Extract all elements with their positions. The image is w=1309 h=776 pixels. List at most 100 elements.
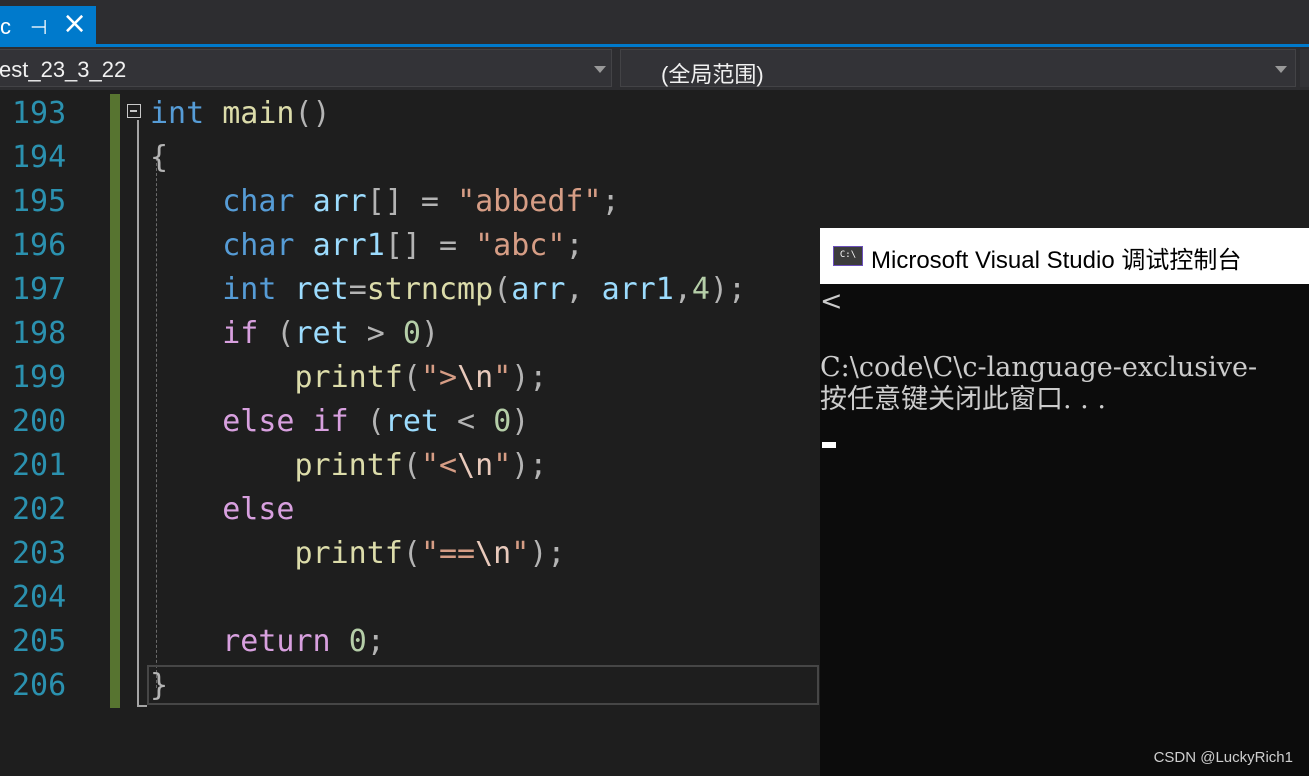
code-token: printf — [294, 536, 403, 571]
chevron-down-icon — [1275, 66, 1287, 73]
code-line: char arr[] = "abbedf"; — [150, 180, 620, 224]
console-title: Microsoft Visual Studio 调试控制台 — [871, 247, 1242, 274]
code-token: strncmp — [366, 272, 494, 307]
code-token: int — [222, 272, 277, 307]
project-dropdown[interactable]: est_23_3_22 — [0, 49, 612, 87]
code-token: } — [150, 668, 169, 703]
code-token: return — [222, 624, 331, 659]
code-token: > — [348, 316, 403, 351]
code-token: if — [222, 316, 259, 351]
code-line: return 0; — [150, 620, 385, 664]
code-line: char arr1[] = "abc"; — [150, 224, 583, 268]
code-line: printf("==\n"); — [150, 532, 566, 576]
code-token: char — [222, 184, 295, 219]
code-token: 0 — [348, 624, 367, 659]
code-token: ; — [366, 624, 385, 659]
code-token: "abc" — [475, 228, 566, 263]
code-token: () — [294, 96, 331, 131]
document-tab-strip: c ⊣ × — [0, 0, 1309, 44]
watermark: CSDN @LuckyRich1 — [1153, 749, 1293, 766]
code-token: printf — [294, 448, 403, 483]
code-token: \n — [457, 448, 494, 483]
code-line: printf(">\n"); — [150, 356, 548, 400]
code-token: if — [312, 404, 349, 439]
outline-bracket — [137, 120, 139, 706]
line-number: 202 — [12, 492, 67, 527]
scope-dropdown[interactable]: (全局范围) — [620, 49, 1296, 87]
console-cursor — [822, 442, 836, 448]
code-token: ret — [384, 404, 439, 439]
line-number: 203 — [12, 536, 67, 571]
code-token: int — [150, 96, 205, 131]
line-number: 196 — [12, 228, 67, 263]
close-icon[interactable]: × — [62, 9, 87, 39]
line-number: 199 — [12, 360, 67, 395]
chevron-down-icon — [594, 66, 606, 73]
code-token: < — [439, 404, 494, 439]
line-number: 200 — [12, 404, 67, 439]
code-token: ( — [402, 360, 421, 395]
code-token: 0 — [402, 316, 421, 351]
code-line: else if (ret < 0) — [150, 400, 529, 444]
code-token: ( — [258, 316, 295, 351]
code-token: 0 — [493, 404, 512, 439]
console-app-icon: C:\ — [833, 246, 863, 266]
code-line: else — [150, 488, 294, 532]
code-token: else — [222, 404, 295, 439]
code-token: ); — [529, 536, 566, 571]
line-number: 201 — [12, 448, 67, 483]
line-number: 195 — [12, 184, 67, 219]
document-tab-label: c — [0, 14, 11, 39]
code-token: arr — [312, 184, 367, 219]
code-token: ) — [420, 316, 439, 351]
code-token: [] = — [384, 228, 476, 263]
member-dropdown[interactable] — [1300, 49, 1309, 87]
code-line: int main() — [150, 92, 331, 136]
code-token: char — [222, 228, 295, 263]
code-token: , — [673, 272, 692, 307]
navigation-bar: est_23_3_22 (全局范围) — [0, 47, 1309, 90]
code-token: "== — [420, 536, 476, 571]
code-token: " — [493, 360, 512, 395]
code-line: int ret=strncmp(arr, arr1,4); — [150, 268, 746, 312]
line-number: 206 — [12, 668, 67, 703]
current-line-highlight — [147, 665, 819, 705]
code-line: printf("<\n"); — [150, 444, 548, 488]
collapse-outline-icon[interactable] — [127, 104, 141, 118]
code-line: { — [150, 136, 168, 180]
console-title-bar[interactable]: C:\ Microsoft Visual Studio 调试控制台 — [820, 228, 1309, 284]
code-token: arr1 — [312, 228, 385, 263]
code-token: " — [511, 536, 530, 571]
code-token: main — [222, 96, 295, 131]
outline-bracket-end — [137, 705, 147, 707]
code-line: } — [150, 664, 168, 708]
code-token: ); — [511, 360, 548, 395]
code-token: arr — [511, 272, 566, 307]
code-token: ; — [601, 184, 620, 219]
code-token: ( — [348, 404, 385, 439]
line-number: 193 — [12, 96, 67, 131]
document-tab[interactable]: c ⊣ × — [0, 6, 96, 44]
console-output-line: C:\code\C\c-language-exclusive- — [820, 352, 1258, 383]
code-token: "< — [420, 448, 458, 483]
code-token: [] = — [366, 184, 458, 219]
line-number: 205 — [12, 624, 67, 659]
code-line: if (ret > 0) — [150, 312, 439, 356]
console-output-line: 按任意键关闭此窗口. . . — [820, 384, 1106, 415]
code-token: arr1 — [601, 272, 674, 307]
code-token: ( — [493, 272, 512, 307]
line-number: 194 — [12, 140, 67, 175]
debug-console-window[interactable]: C:\ Microsoft Visual Studio 调试控制台 < C:\c… — [820, 228, 1309, 776]
code-token: printf — [294, 360, 403, 395]
pin-icon[interactable]: ⊣ — [30, 15, 47, 39]
